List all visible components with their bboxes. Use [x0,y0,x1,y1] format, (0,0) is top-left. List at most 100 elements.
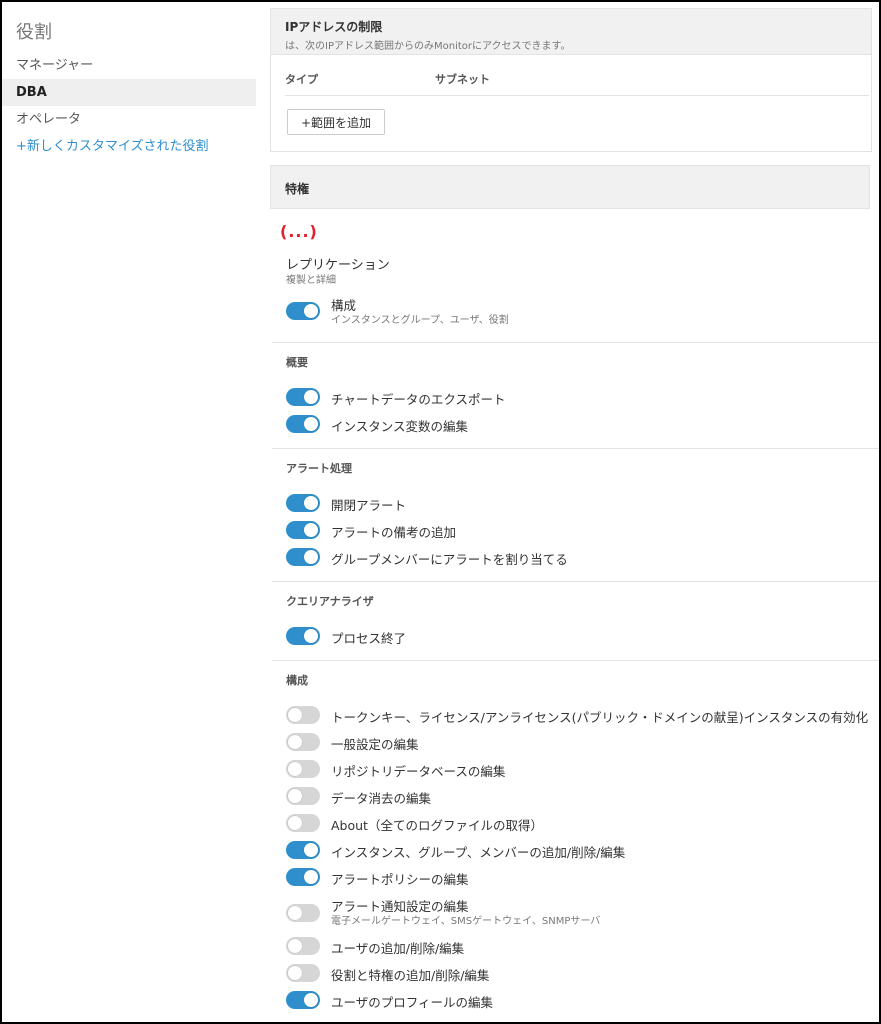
toggle-switch[interactable] [286,760,320,778]
toggle-label: 一般設定の編集 [331,737,419,752]
toggle-knob [304,390,318,404]
ip-table-header: タイプ サブネット [285,69,869,96]
toggle-knob [288,762,302,776]
toggle-label: トークンキー、ライセンス/アンライセンス(パブリック・ドメインの献呈)インスタン… [331,710,869,725]
toggle-row: アラートポリシーの編集 [286,868,879,888]
section-label-query: クエリアナライザ [286,595,374,608]
toggle-label: アラートの備考の追加 [331,525,457,540]
role-item-manager[interactable]: マネージャー [2,52,256,79]
toggle-row: インスタンス変数の編集 [286,415,879,435]
toggle-label: インスタンス、グループ、メンバーの追加/削除/編集 [331,845,626,860]
toggle-switch[interactable] [286,388,320,406]
toggle-knob [304,496,318,510]
toggle-label: リポジトリデータベースの編集 [331,764,506,779]
col-subnet: サブネット [435,73,490,86]
ip-restriction-subtitle: は、次のIPアドレス範囲からのみMonitorにアクセスできます。 [285,41,571,52]
role-item-dba[interactable]: DBA [2,79,256,106]
toggle-switch[interactable] [286,706,320,724]
section-label-config: 構成 [286,674,308,687]
toggle-switch[interactable] [286,548,320,566]
toggle-row: 開閉アラート [286,494,879,514]
toggle-knob [288,816,302,830]
toggle-row-replication-config: 構成 インスタンスとグループ、ユーザ、役割 [286,298,879,326]
toggle-knob [304,550,318,564]
add-range-button[interactable]: +範囲を追加 [287,109,385,135]
divider [272,448,879,449]
toggle-switch[interactable] [286,904,320,922]
window-frame: 役割 マネージャー DBA オペレータ +新しくカスタマイズされた役割 IPアド… [0,0,881,1024]
toggle-row: リポジトリデータベースの編集 [286,760,879,780]
toggle-switch[interactable] [286,937,320,955]
toggle-label: チャートデータのエクスポート [331,392,506,407]
toggle-knob [288,789,302,803]
ip-restriction-card: IPアドレスの制限 は、次のIPアドレス範囲からのみMonitorにアクセスでき… [270,8,872,152]
toggle-label: 役割と特権の追加/削除/編集 [331,968,490,983]
toggle-sublabel: 電子メールゲートウェイ、SMSゲートウェイ、SNMPサーバ [331,916,601,927]
toggle-row: アラート通知設定の編集 電子メールゲートウェイ、SMSゲートウェイ、SNMPサー… [286,899,879,927]
divider [272,342,879,343]
ip-restriction-header: IPアドレスの制限 は、次のIPアドレス範囲からのみMonitorにアクセスでき… [271,9,871,55]
toggle-knob [304,629,318,643]
toggle-switch[interactable] [286,814,320,832]
toggle-label: グループメンバーにアラートを割り当てる [331,552,568,567]
toggle-switch[interactable] [286,302,320,320]
toggle-row: チャートデータのエクスポート [286,388,879,408]
toggle-switch[interactable] [286,627,320,645]
divider [272,581,879,582]
toggle-knob [288,735,302,749]
role-item-operator[interactable]: オペレータ [2,106,256,133]
toggle-knob [288,708,302,722]
toggle-row: グループメンバーにアラートを割り当てる [286,548,879,568]
toggle-knob [288,906,302,920]
toggle-knob [304,870,318,884]
toggle-row: トークンキー、ライセンス/アンライセンス(パブリック・ドメインの献呈)インスタン… [286,706,879,726]
section-label-alerts: アラート処理 [286,462,352,475]
toggle-label: ユーザのプロフィールの編集 [331,995,494,1010]
toggle-switch[interactable] [286,787,320,805]
toggle-switch[interactable] [286,991,320,1009]
toggle-row: インスタンス、グループ、メンバーの追加/削除/編集 [286,841,879,861]
toggle-knob [288,966,302,980]
ellipsis-marker: (...) [280,222,318,241]
roles-sidebar: 役割 マネージャー DBA オペレータ +新しくカスタマイズされた役割 [2,2,256,1022]
toggle-switch[interactable] [286,841,320,859]
toggle-label: 開閉アラート [331,498,407,513]
toggle-knob [304,993,318,1007]
toggle-switch[interactable] [286,521,320,539]
toggle-row: プロセス終了 [286,627,879,647]
toggle-switch[interactable] [286,494,320,512]
toggle-label: アラートポリシーの編集 [331,872,469,887]
replication-subtitle: 複製と詳細 [286,275,336,286]
toggle-label: プロセス終了 [331,631,407,646]
section-label-overview: 概要 [286,356,308,369]
toggle-knob [304,843,318,857]
divider [272,660,879,661]
toggle-row: ユーザの追加/削除/編集 [286,937,879,957]
toggle-row: データ消去の編集 [286,787,879,807]
toggle-label: インスタンス変数の編集 [331,419,469,434]
col-type: タイプ [285,73,318,86]
toggle-knob [304,417,318,431]
sidebar-title: 役割 [16,22,52,43]
toggle-switch[interactable] [286,415,320,433]
toggle-row: About（全てのログファイルの取得） [286,814,879,834]
ip-restriction-title: IPアドレスの制限 [285,20,383,34]
toggle-sublabel: インスタンスとグループ、ユーザ、役割 [331,315,509,326]
toggle-knob [304,523,318,537]
toggle-knob [288,939,302,953]
role-list: マネージャー DBA オペレータ +新しくカスタマイズされた役割 [2,52,256,160]
toggle-switch[interactable] [286,868,320,886]
toggle-label: データ消去の編集 [331,791,432,806]
toggle-switch[interactable] [286,733,320,751]
add-custom-role-link[interactable]: +新しくカスタマイズされた役割 [2,133,256,160]
toggle-row: ユーザのプロフィールの編集 [286,991,879,1011]
main-panel: IPアドレスの制限 は、次のIPアドレス範囲からのみMonitorにアクセスでき… [270,8,879,1022]
privileges-header: 特権 [270,165,870,209]
toggle-label: About（全てのログファイルの取得） [331,818,543,833]
toggle-knob [304,304,318,318]
toggle-row: 一般設定の編集 [286,733,879,753]
toggle-switch[interactable] [286,964,320,982]
toggle-label: ユーザの追加/削除/編集 [331,941,465,956]
toggle-row: 役割と特権の追加/削除/編集 [286,964,879,984]
toggle-row: アラートの備考の追加 [286,521,879,541]
